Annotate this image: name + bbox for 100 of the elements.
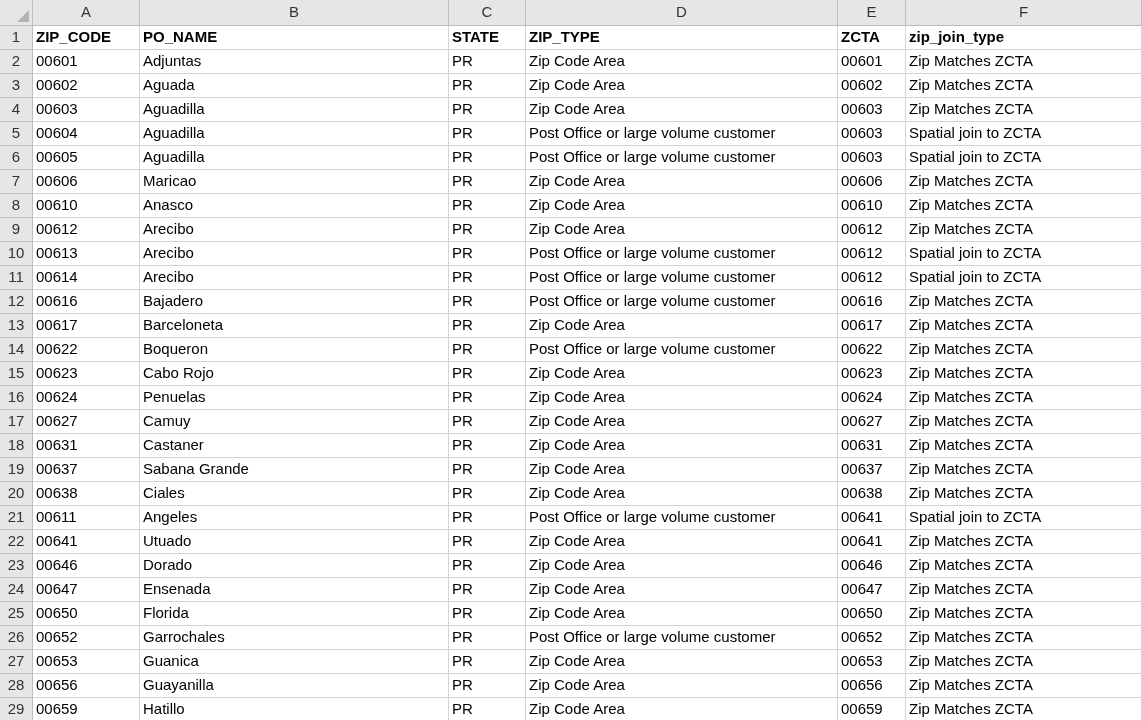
table-cell: 00624	[838, 386, 906, 410]
column-header[interactable]: C	[449, 0, 526, 26]
table-cell: Post Office or large volume customer	[526, 266, 838, 290]
table-cell: PR	[449, 602, 526, 626]
column-header[interactable]: D	[526, 0, 838, 26]
row-header[interactable]: 8	[0, 194, 33, 218]
row-header[interactable]: 22	[0, 530, 33, 554]
table-cell: 00659	[838, 698, 906, 720]
row-header[interactable]: 16	[0, 386, 33, 410]
row-header[interactable]: 2	[0, 50, 33, 74]
table-cell: 00631	[33, 434, 140, 458]
table-cell: PR	[449, 410, 526, 434]
row-header[interactable]: 7	[0, 170, 33, 194]
row-header[interactable]: 20	[0, 482, 33, 506]
select-all-triangle-icon[interactable]	[17, 10, 29, 22]
row-header[interactable]: 25	[0, 602, 33, 626]
table-cell: PR	[449, 650, 526, 674]
row-header[interactable]: 28	[0, 674, 33, 698]
row-header[interactable]: 1	[0, 26, 33, 50]
column-header[interactable]: F	[906, 0, 1142, 26]
table-cell: Zip Code Area	[526, 650, 838, 674]
table-cell: Post Office or large volume customer	[526, 290, 838, 314]
table-cell: Zip Code Area	[526, 74, 838, 98]
table-cell: Zip Matches ZCTA	[906, 74, 1142, 98]
table-cell: 00650	[33, 602, 140, 626]
row-header[interactable]: 23	[0, 554, 33, 578]
table-cell: 00612	[33, 218, 140, 242]
table-cell: 00622	[33, 338, 140, 362]
row-header[interactable]: 17	[0, 410, 33, 434]
table-cell: PR	[449, 50, 526, 74]
row-header[interactable]: 21	[0, 506, 33, 530]
table-cell: 00652	[838, 626, 906, 650]
column-header[interactable]: E	[838, 0, 906, 26]
table-cell: PR	[449, 290, 526, 314]
row-header[interactable]: 13	[0, 314, 33, 338]
table-cell: Camuy	[140, 410, 449, 434]
table-cell: Zip Code Area	[526, 482, 838, 506]
table-cell: Zip Code Area	[526, 530, 838, 554]
column-title-cell: ZIP_CODE	[33, 26, 140, 50]
table-cell: PR	[449, 554, 526, 578]
row-header[interactable]: 27	[0, 650, 33, 674]
table-cell: 00602	[838, 74, 906, 98]
row-header[interactable]: 5	[0, 122, 33, 146]
table-cell: Arecibo	[140, 218, 449, 242]
table-cell: PR	[449, 482, 526, 506]
table-cell: PR	[449, 170, 526, 194]
table-cell: 00627	[33, 410, 140, 434]
table-cell: Arecibo	[140, 242, 449, 266]
table-cell: 00606	[33, 170, 140, 194]
table-cell: Zip Matches ZCTA	[906, 650, 1142, 674]
row-header[interactable]: 9	[0, 218, 33, 242]
table-cell: Zip Matches ZCTA	[906, 554, 1142, 578]
table-cell: 00614	[33, 266, 140, 290]
table-cell: PR	[449, 698, 526, 720]
row-header[interactable]: 15	[0, 362, 33, 386]
row-header[interactable]: 4	[0, 98, 33, 122]
table-cell: PR	[449, 146, 526, 170]
row-header[interactable]: 29	[0, 698, 33, 720]
row-header[interactable]: 26	[0, 626, 33, 650]
column-title-cell: PO_NAME	[140, 26, 449, 50]
row-header[interactable]: 11	[0, 266, 33, 290]
table-cell: Zip Code Area	[526, 674, 838, 698]
table-cell: 00617	[33, 314, 140, 338]
table-cell: PR	[449, 578, 526, 602]
table-cell: Zip Matches ZCTA	[906, 602, 1142, 626]
row-header[interactable]: 12	[0, 290, 33, 314]
column-header[interactable]: B	[140, 0, 449, 26]
row-header[interactable]: 24	[0, 578, 33, 602]
table-cell: Zip Matches ZCTA	[906, 218, 1142, 242]
table-cell: Angeles	[140, 506, 449, 530]
row-header[interactable]: 14	[0, 338, 33, 362]
table-cell: Cabo Rojo	[140, 362, 449, 386]
table-cell: Zip Matches ZCTA	[906, 458, 1142, 482]
column-header[interactable]: A	[33, 0, 140, 26]
table-cell: PR	[449, 218, 526, 242]
row-header[interactable]: 18	[0, 434, 33, 458]
table-cell: Post Office or large volume customer	[526, 506, 838, 530]
table-cell: 00647	[33, 578, 140, 602]
column-title-cell: zip_join_type	[906, 26, 1142, 50]
row-header[interactable]: 6	[0, 146, 33, 170]
table-cell: 00603	[838, 146, 906, 170]
row-header[interactable]: 19	[0, 458, 33, 482]
table-cell: Zip Code Area	[526, 554, 838, 578]
table-cell: PR	[449, 434, 526, 458]
table-cell: 00641	[838, 530, 906, 554]
table-cell: 00637	[33, 458, 140, 482]
table-cell: Sabana Grande	[140, 458, 449, 482]
table-cell: 00650	[838, 602, 906, 626]
row-header[interactable]: 10	[0, 242, 33, 266]
table-cell: PR	[449, 242, 526, 266]
table-cell: 00610	[838, 194, 906, 218]
table-cell: Adjuntas	[140, 50, 449, 74]
row-header[interactable]: 3	[0, 74, 33, 98]
table-cell: 00623	[33, 362, 140, 386]
table-cell: Spatial join to ZCTA	[906, 242, 1142, 266]
table-cell: PR	[449, 626, 526, 650]
table-cell: Zip Matches ZCTA	[906, 50, 1142, 74]
table-cell: Spatial join to ZCTA	[906, 506, 1142, 530]
column-title-cell: STATE	[449, 26, 526, 50]
table-cell: PR	[449, 266, 526, 290]
